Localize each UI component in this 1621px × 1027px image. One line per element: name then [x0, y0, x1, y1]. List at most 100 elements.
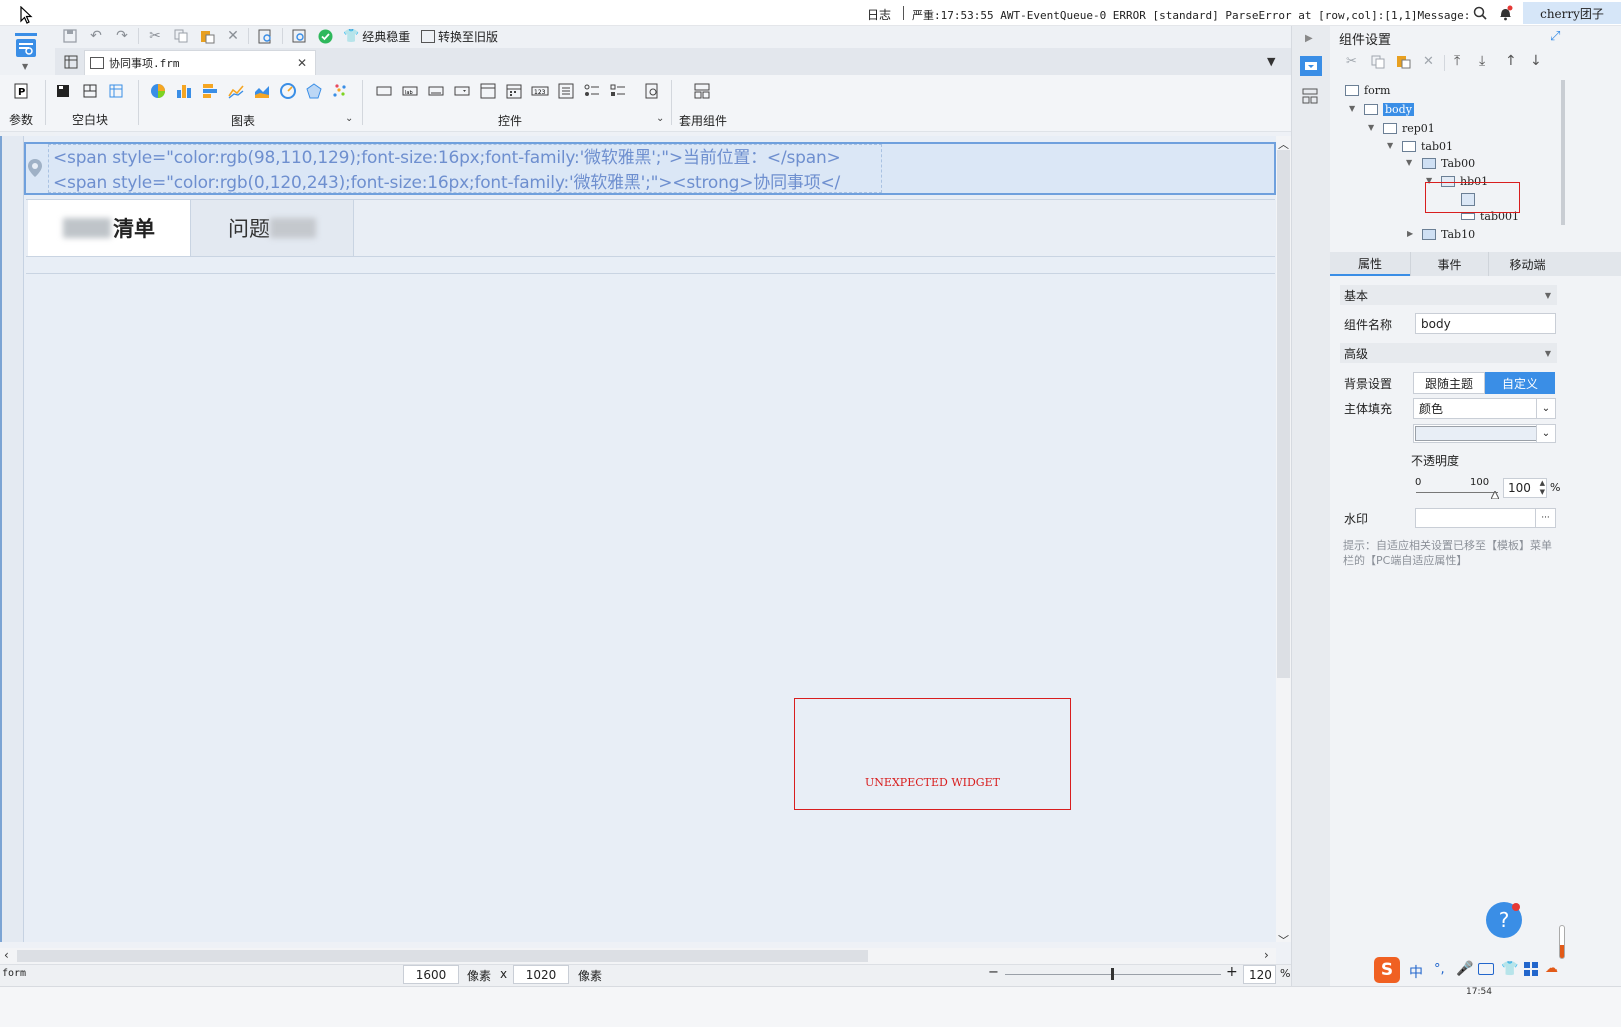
pin-icon[interactable]: ⤢ — [1550, 29, 1560, 44]
ime-language[interactable]: 中 — [1409, 962, 1423, 982]
file-tab[interactable]: 协同事项.frm ✕ — [84, 50, 316, 75]
block-split-icon[interactable] — [80, 80, 100, 102]
bg-follow-theme-button[interactable]: 跟随主题 — [1413, 372, 1485, 394]
skin-icon[interactable]: 👕 — [1501, 961, 1518, 977]
opacity-input[interactable]: 100 ▲ ▼ — [1503, 478, 1547, 498]
parameter-label[interactable]: 参数 — [9, 111, 33, 128]
search-icon[interactable] — [1472, 5, 1488, 21]
web-preview-icon[interactable] — [289, 23, 309, 49]
taskbar-clock[interactable]: 17:54 — [1466, 987, 1492, 997]
label-widget-icon[interactable]: lab — [400, 80, 420, 102]
toolbox-icon[interactable] — [1524, 962, 1538, 976]
move-top-icon[interactable]: ⤒ — [1454, 53, 1460, 69]
line-chart-icon[interactable] — [226, 80, 246, 102]
move-bottom-icon[interactable]: ⤓ — [1479, 53, 1485, 69]
control-label[interactable]: 控件 — [498, 112, 522, 129]
log-label[interactable]: 日志 — [867, 6, 891, 23]
classic-theme-button[interactable]: 👕 经典稳重 — [343, 28, 410, 44]
tree-node-tab00[interactable]: Tab00 — [1422, 154, 1475, 172]
bg-custom-button[interactable]: 自定义 — [1485, 372, 1555, 394]
scatter-chart-icon[interactable] — [330, 80, 350, 102]
component-settings-icon[interactable] — [1300, 56, 1322, 76]
tree-expand-icon[interactable]: ▼ — [1406, 158, 1412, 167]
stepper-icon[interactable]: ▲ ▼ — [1540, 479, 1545, 497]
tree-node-tab10[interactable]: Tab10 — [1422, 225, 1475, 243]
save-icon[interactable] — [60, 23, 80, 49]
cut-icon[interactable]: ✂ — [145, 23, 165, 49]
block-black-icon[interactable] — [53, 80, 73, 102]
redo-icon[interactable]: ↷ — [112, 23, 132, 49]
horizontal-scroll-thumb[interactable] — [17, 950, 868, 962]
ime-punctuation[interactable]: °, — [1434, 962, 1445, 977]
opacity-slider-track[interactable] — [1416, 492, 1498, 493]
tree-expand-icon[interactable]: ▼ — [1387, 141, 1393, 150]
width-input[interactable]: 1600 — [403, 965, 459, 984]
close-icon[interactable]: ✕ — [297, 56, 307, 70]
unexpected-widget[interactable]: UNEXPECTED WIDGET — [794, 698, 1071, 810]
zoom-slider-handle[interactable] — [1111, 968, 1114, 980]
scroll-down-icon[interactable]: ﹀ — [1278, 932, 1289, 948]
component-name-input[interactable]: body — [1415, 313, 1556, 334]
opacity-slider-handle[interactable] — [1490, 488, 1500, 500]
tree-expand-icon[interactable]: ▼ — [1349, 104, 1355, 113]
ime-more-icon[interactable]: ☁ — [1545, 961, 1558, 976]
chart-expand-icon[interactable]: ⌄ — [345, 113, 353, 124]
tree-node-body[interactable]: body — [1364, 100, 1414, 118]
chevron-down-icon[interactable]: ▼ — [22, 62, 28, 71]
tab-checklist[interactable]: 清单 — [28, 200, 191, 256]
gauge-chart-icon[interactable] — [278, 80, 298, 102]
tab-overflow-icon[interactable]: ▼ — [1267, 55, 1275, 68]
tree-collapse-icon[interactable]: ▶ — [1407, 229, 1413, 238]
keyboard-icon[interactable] — [1478, 963, 1494, 975]
advanced-section-header[interactable]: 高级 ▼ — [1340, 343, 1557, 363]
layout-panel-icon[interactable] — [1302, 88, 1320, 104]
tree-expand-icon[interactable]: ▼ — [1368, 123, 1374, 132]
check-icon[interactable] — [315, 23, 335, 49]
tree-delete-icon[interactable]: ✕ — [1423, 54, 1434, 69]
control-expand-icon[interactable]: ⌄ — [656, 113, 664, 124]
tree-copy-icon[interactable] — [1371, 55, 1385, 72]
pie-chart-icon[interactable] — [148, 80, 168, 102]
height-input[interactable]: 1020 — [513, 965, 569, 984]
checkbox-group-icon[interactable] — [608, 80, 628, 102]
copy-icon[interactable] — [171, 23, 191, 49]
bar-chart-icon[interactable] — [174, 80, 194, 102]
hbar-chart-icon[interactable] — [200, 80, 220, 102]
paste-icon[interactable] — [197, 23, 217, 49]
tree-node-form[interactable]: form — [1345, 81, 1390, 99]
grid-layout-icon[interactable] — [60, 51, 82, 73]
panel-widget-icon[interactable] — [478, 80, 498, 102]
template-menu-icon[interactable] — [14, 32, 38, 62]
vertical-scroll-thumb[interactable] — [1277, 150, 1290, 678]
tab-issues[interactable]: 问题 — [191, 200, 354, 256]
collapse-arrow-icon[interactable]: ▶ — [1305, 33, 1313, 44]
tree-paste-icon[interactable] — [1396, 54, 1411, 72]
blank-block-label[interactable]: 空白块 — [72, 111, 108, 128]
convert-old-button[interactable]: 转换至旧版 — [421, 28, 498, 44]
preview-icon[interactable] — [255, 23, 275, 49]
tab-properties[interactable]: 属性 — [1330, 252, 1410, 276]
radio-group-icon[interactable] — [582, 80, 602, 102]
textbox-widget-icon[interactable] — [426, 80, 446, 102]
radar-chart-icon[interactable] — [304, 80, 324, 102]
date-widget-icon[interactable] — [504, 80, 524, 102]
zoom-input[interactable]: 120 — [1243, 965, 1276, 984]
tab-mobile[interactable]: 移动端 — [1488, 252, 1566, 276]
tree-node-rep01[interactable]: rep01 — [1383, 119, 1435, 137]
parameter-icon[interactable]: P — [11, 80, 31, 102]
fill-type-select[interactable]: 颜色 ⌄ — [1413, 398, 1556, 419]
combobox-widget-icon[interactable] — [452, 80, 472, 102]
delete-icon[interactable]: ✕ — [223, 23, 243, 49]
suite-component-icon[interactable] — [692, 80, 712, 102]
log-message[interactable]: 严重:17:53:55 AWT-EventQueue-0 ERROR [stan… — [912, 7, 1472, 23]
chart-label[interactable]: 图表 — [231, 112, 255, 129]
microphone-icon[interactable]: 🎤 — [1456, 961, 1473, 977]
tab-events[interactable]: 事件 — [1410, 252, 1488, 276]
scroll-left-icon[interactable]: ‹ — [4, 948, 9, 962]
bell-icon[interactable] — [1497, 4, 1513, 21]
area-chart-icon[interactable] — [252, 80, 272, 102]
list-widget-icon[interactable] — [556, 80, 576, 102]
number-widget-icon[interactable]: 123 — [530, 80, 550, 102]
move-down-icon[interactable]: ↓ — [1530, 53, 1542, 69]
undo-icon[interactable]: ↶ — [86, 23, 106, 49]
